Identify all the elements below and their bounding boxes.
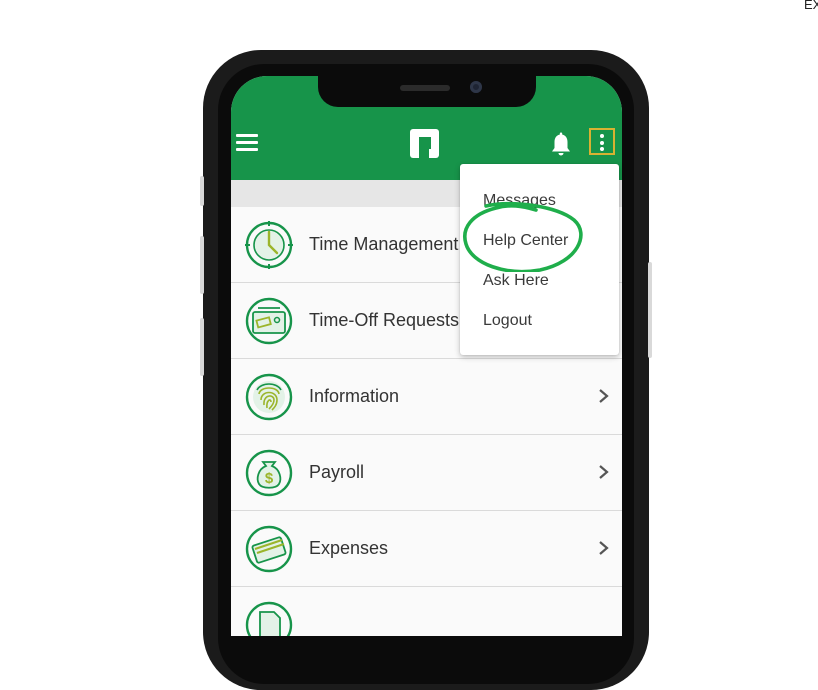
hamburger-icon[interactable] [236,134,258,151]
svg-text:$: $ [265,470,274,487]
chevron-right-icon [599,389,609,403]
chevron-right-icon [599,465,609,479]
list-item-label: Payroll [309,462,365,482]
list-item-label: Expenses [309,538,389,558]
bell-icon[interactable] [549,132,573,158]
volume-down-button [200,318,204,376]
more-vertical-icon[interactable] [589,128,615,155]
volume-up-button [200,236,204,294]
camera-icon [470,81,482,93]
money-bag-icon: $ [245,449,293,497]
power-button [648,262,652,358]
list-item-label: Time Management [309,234,459,254]
paylocity-logo-icon [410,129,439,158]
list-item-label: Information [309,386,400,406]
menu-item-messages[interactable]: Messages [483,192,556,210]
notch [318,76,536,107]
menu-item-help-center[interactable]: Help Center [483,232,568,250]
speaker-grille [400,85,450,91]
fingerprint-icon [245,373,293,421]
list-item-payroll[interactable]: $ Payroll [231,435,622,511]
menu-item-logout[interactable]: Logout [483,312,532,330]
overflow-menu: Messages Help Center Ask Here Logout [460,164,619,355]
menu-item-ask-here[interactable]: Ask Here [483,272,549,290]
list-item-label: Time-Off Requests [309,310,460,330]
credit-card-icon [245,525,293,573]
list-item-information[interactable]: Information [231,359,622,435]
corner-text: EX [804,0,818,12]
list-item-expenses[interactable]: Expenses [231,511,622,587]
phone-screen: Time Management Time-Off Requests Inform… [231,76,622,636]
document-icon [245,601,293,636]
mute-switch [200,176,204,206]
chevron-right-icon [599,541,609,555]
clock-icon [245,221,293,269]
list-item-documents[interactable] [231,587,622,636]
ticket-icon [245,297,293,345]
